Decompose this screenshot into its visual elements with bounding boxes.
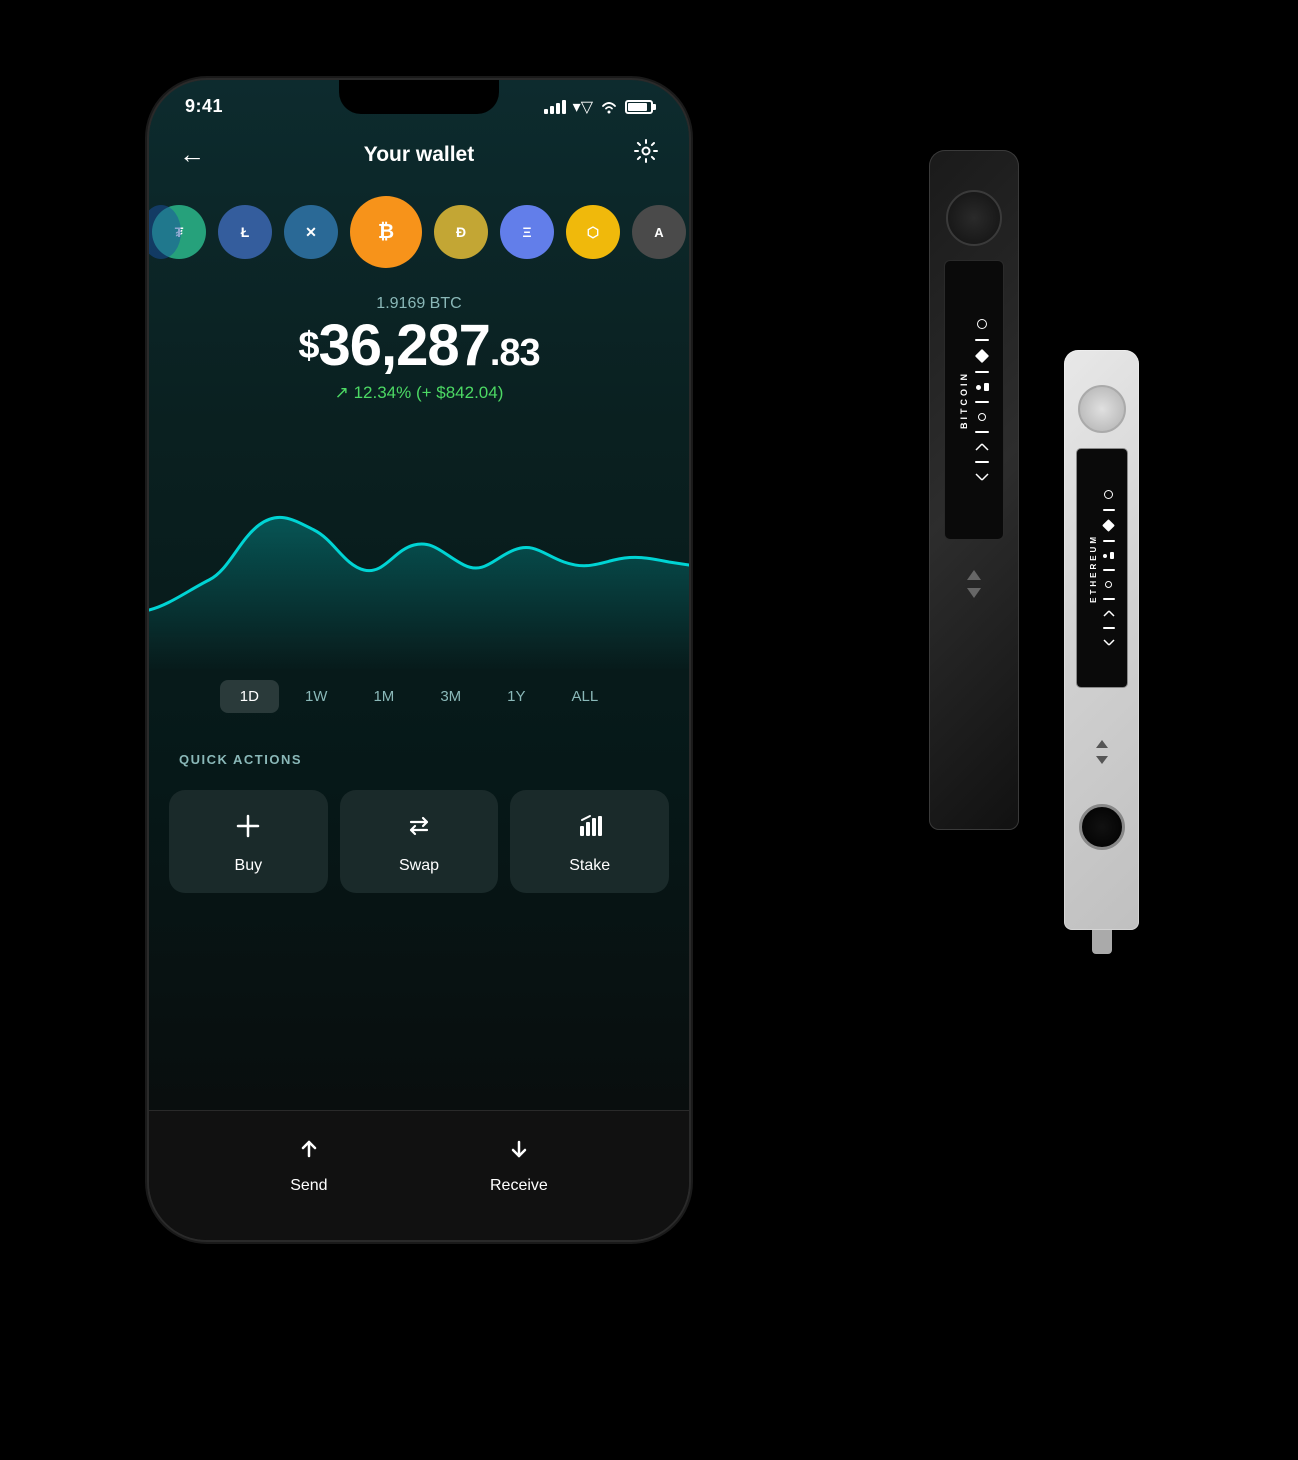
signal-icon (544, 100, 566, 114)
ledger-nano-s-screen: Ethereum (1076, 448, 1128, 688)
swap-button[interactable]: Swap (340, 790, 499, 893)
send-label: Send (290, 1177, 327, 1195)
balance-change: ↗ 12.34% (+ $842.04) (149, 383, 689, 403)
coin-bnb[interactable]: ⬡ (566, 205, 620, 259)
filter-1m[interactable]: 1M (353, 680, 414, 713)
stake-label: Stake (569, 857, 610, 875)
quick-actions: Buy Swap (169, 790, 669, 893)
page-title: Your wallet (364, 143, 474, 167)
battery-icon (625, 100, 653, 114)
buy-button[interactable]: Buy (169, 790, 328, 893)
coin-ltc[interactable]: Ł (218, 205, 272, 259)
nav-up-icon (967, 570, 981, 580)
quick-actions-label: QUICK ACTIONS (179, 752, 302, 767)
status-time: 9:41 (185, 96, 223, 117)
wifi-icon: ▾▽ (573, 97, 593, 117)
back-button[interactable]: ← (179, 139, 205, 170)
bottom-actions: Send Receive (149, 1110, 689, 1240)
ledger-icons (975, 319, 989, 481)
filter-1y[interactable]: 1Y (487, 680, 545, 713)
price-chart (149, 450, 689, 670)
filter-1w[interactable]: 1W (285, 680, 348, 713)
scene: 9:41 ▾▽ (99, 30, 1199, 1430)
coin-doge[interactable]: Ð (434, 205, 488, 259)
ledger-nano-s: Ethereum (1064, 350, 1139, 930)
buy-label: Buy (235, 857, 263, 875)
nav-down-icon (967, 588, 981, 598)
receive-label: Receive (490, 1177, 548, 1195)
nano-s-button (1079, 804, 1125, 850)
time-filter-bar: 1D 1W 1M 3M 1Y ALL (149, 680, 689, 713)
fiat-balance: $36,287.83 (149, 317, 689, 375)
ledger-nav (967, 570, 981, 598)
nano-s-usb (1092, 930, 1112, 954)
nav-up-s-icon (1096, 740, 1108, 748)
ledger-nano-s-label: Ethereum (1089, 534, 1098, 603)
ledger-nano-x-label: Bitcoin (959, 371, 969, 429)
receive-icon (506, 1136, 532, 1169)
status-icons: ▾▽ (544, 97, 653, 117)
ledger-nano-x-screen: Bitcoin (944, 260, 1004, 540)
send-icon (296, 1136, 322, 1169)
settings-button[interactable] (633, 138, 659, 171)
crypto-balance: 1.9169 BTC (149, 295, 689, 313)
nav-down-s-icon (1096, 756, 1108, 764)
phone-screen: 9:41 ▾▽ (149, 80, 689, 1240)
send-button[interactable]: Send (290, 1136, 327, 1195)
stake-button[interactable]: Stake (510, 790, 669, 893)
filter-all[interactable]: ALL (552, 680, 619, 713)
swap-icon (405, 812, 433, 847)
filter-1d[interactable]: 1D (220, 680, 279, 713)
coin-xrp[interactable]: ✕ (284, 205, 338, 259)
phone-notch (339, 80, 499, 114)
balance-section: 1.9169 BTC $36,287.83 ↗ 12.34% (+ $842.0… (149, 295, 689, 403)
ledger-s-icons (1103, 490, 1115, 646)
filter-3m[interactable]: 3M (420, 680, 481, 713)
stake-icon (576, 812, 604, 847)
receive-button[interactable]: Receive (490, 1136, 548, 1195)
app-header: ← Your wallet (149, 138, 689, 171)
ledger-nano-x: Bitcoin (929, 150, 1019, 830)
coin-btc[interactable]: ₿ (350, 196, 422, 268)
coin-eth[interactable]: Ξ (500, 205, 554, 259)
wifi-icon (600, 100, 618, 114)
swap-label: Swap (399, 857, 439, 875)
coin-carousel: ₮ Ł ✕ ₿ Ð Ξ ⬡ A (149, 196, 689, 268)
coin-algo[interactable]: A (632, 205, 686, 259)
buy-icon (234, 812, 262, 847)
phone-device: 9:41 ▾▽ (149, 80, 689, 1240)
